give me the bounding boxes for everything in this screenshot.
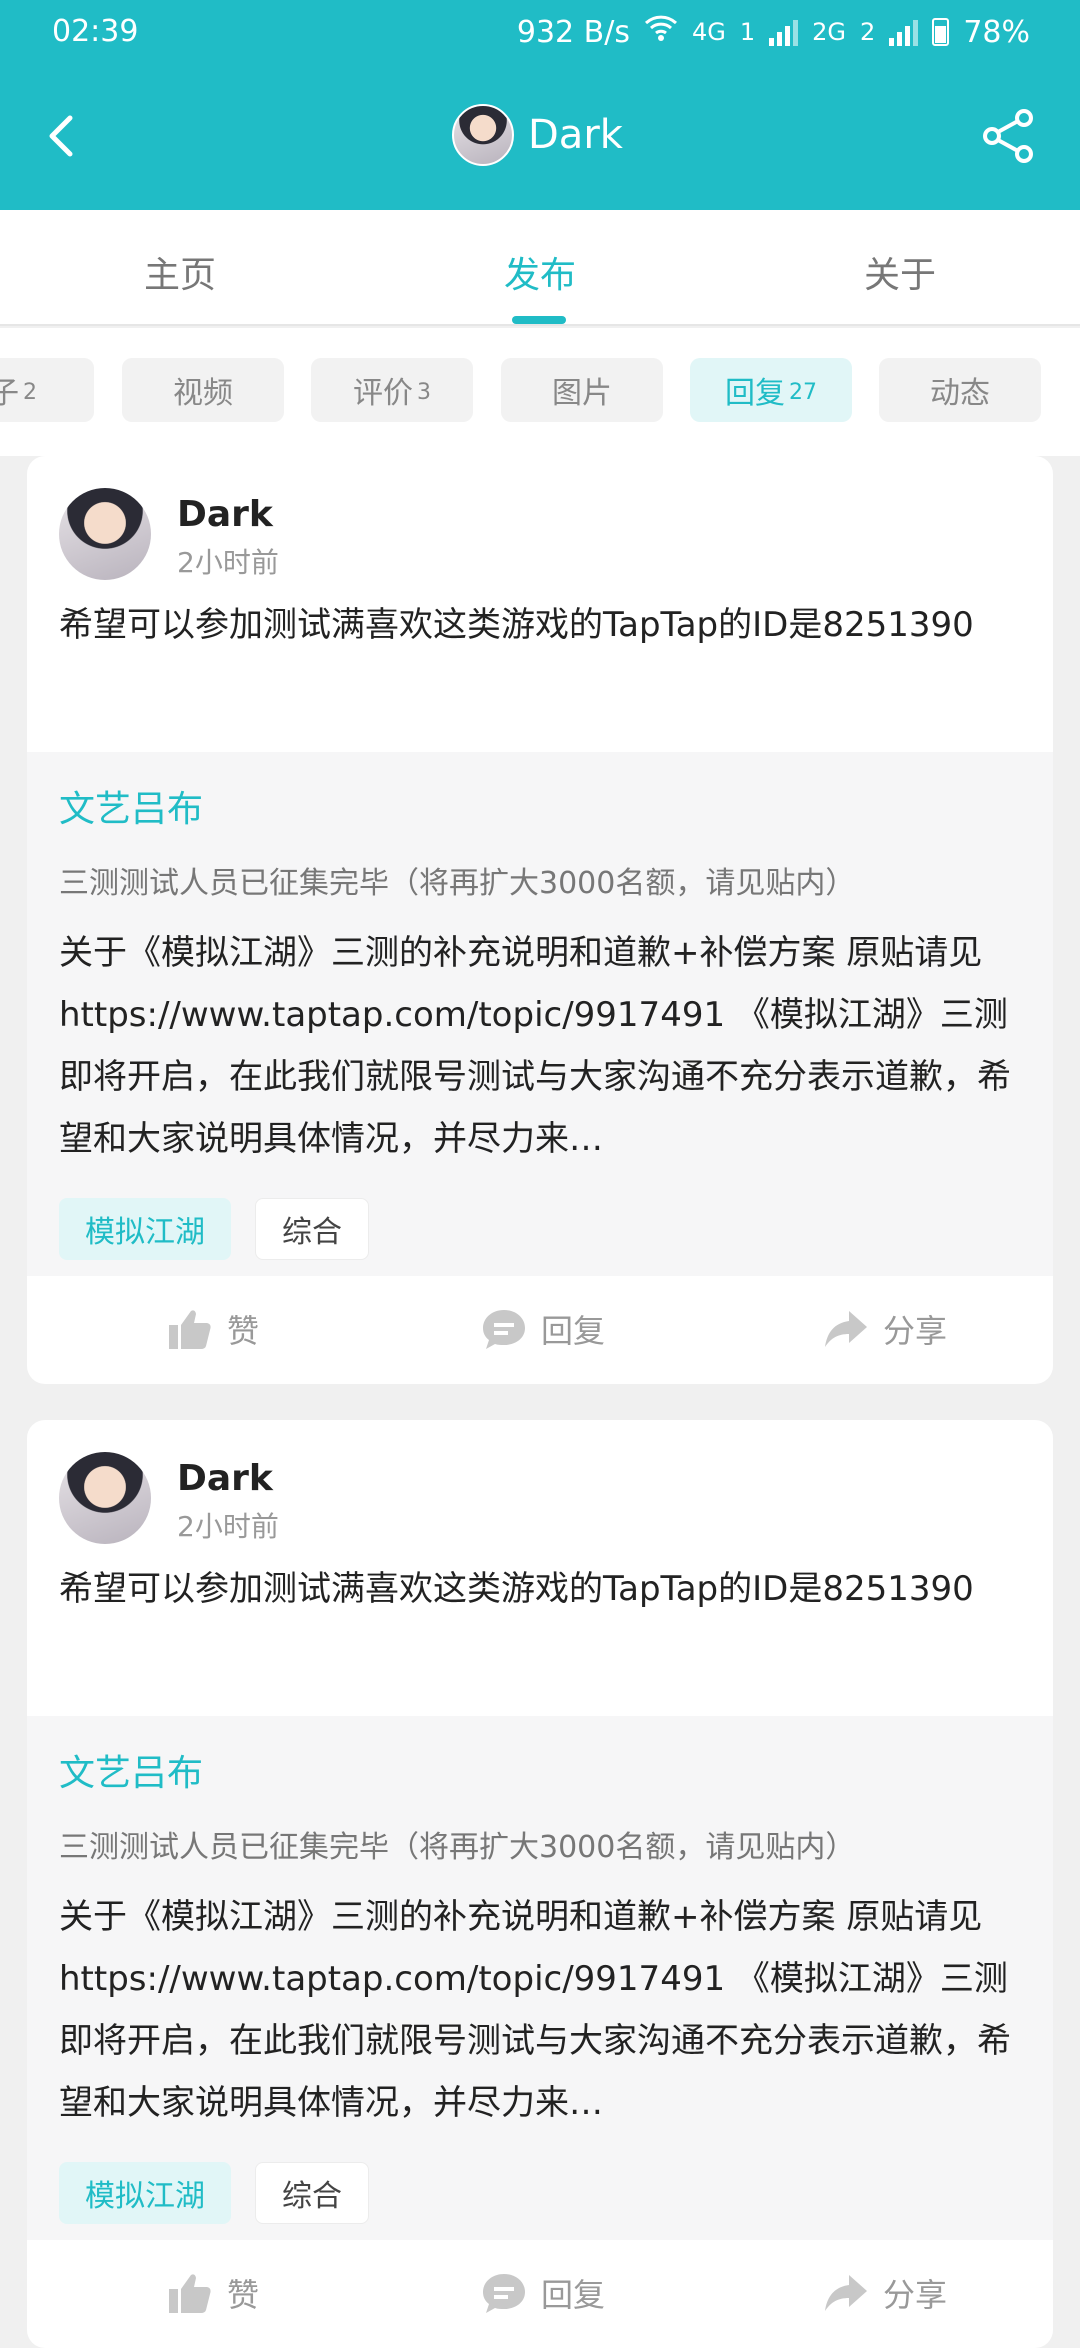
category-tag[interactable]: 综合 [255,1198,369,1260]
author-name[interactable]: Dark [177,494,279,535]
reply-card[interactable]: Dark 2小时前 希望可以参加测试满喜欢这类游戏的TapTap的ID是8251… [27,1420,1053,2348]
quoted-subtitle: 三测测试人员已征集完毕（将再扩大3000名额，请见贴内） [59,866,856,901]
tab-indicator [512,316,566,324]
battery-level: 78% [963,14,1030,50]
quoted-author[interactable]: 文艺吕布 [59,780,203,832]
card-header: Dark 2小时前 [59,488,279,581]
tab-home[interactable]: 主页 [80,246,280,298]
chip-activity[interactable]: 动态 [879,358,1041,422]
share-button[interactable]: 分享 [823,2270,947,2316]
chip-reviews[interactable]: 评价 3 [311,358,473,422]
quoted-author[interactable]: 文艺吕布 [59,1744,203,1796]
like-button[interactable]: 赞 [167,2270,259,2316]
wifi-icon [644,14,678,50]
share-arrow-icon [825,1311,867,1347]
card-actions: 赞 回复 分享 [27,1276,1053,1384]
page-title: Dark [528,112,623,158]
status-time: 02:39 [52,14,139,49]
quoted-topic[interactable]: 文艺吕布 三测测试人员已征集完毕（将再扩大3000名额，请见贴内） 关于《模拟江… [27,752,1053,1276]
net1-label: 4G [692,18,726,46]
reply-button[interactable]: 回复 [481,2270,605,2316]
post-time: 2小时前 [177,546,279,579]
status-indicators: 932 B/s 4G 1 2G 2 78% [517,14,1030,50]
quoted-subtitle: 三测测试人员已征集完毕（将再扩大3000名额，请见贴内） [59,1830,856,1865]
author-avatar[interactable] [59,488,151,580]
share-arrow-icon [825,2275,867,2311]
category-tag[interactable]: 综合 [255,2162,369,2224]
quoted-excerpt: 关于《模拟江湖》三测的补充说明和道歉+补偿方案 原贴请见 https://www… [59,1897,1011,2123]
author-name[interactable]: Dark [177,1458,279,1499]
sim1-label: 1 [739,18,756,46]
tab-bar: 主页 发布 关于 [0,210,1080,326]
chip-replies[interactable]: 回复 27 [690,358,852,422]
share-icon[interactable] [980,108,1036,164]
quoted-excerpt: 关于《模拟江湖》三测的补充说明和道歉+补偿方案 原贴请见 https://www… [59,933,1011,1159]
post-time: 2小时前 [177,1510,279,1543]
share-button[interactable]: 分享 [823,1306,947,1352]
chip-topics[interactable]: 子2 [0,358,94,422]
reply-button[interactable]: 回复 [481,1306,605,1352]
thumbs-up-icon [169,1310,211,1349]
reply-text: 希望可以参加测试满喜欢这类游戏的TapTap的ID是8251390 [59,605,974,645]
reply-card[interactable]: Dark 2小时前 希望可以参加测试满喜欢这类游戏的TapTap的ID是8251… [27,456,1053,1384]
chip-videos[interactable]: 视频 [122,358,284,422]
avatar [452,104,514,166]
card-header: Dark 2小时前 [59,1452,279,1545]
signal-2-icon [889,18,919,46]
game-tag[interactable]: 模拟江湖 [59,2162,231,2224]
signal-1-icon [769,18,799,46]
like-button[interactable]: 赞 [167,1306,259,1352]
app-bar: Dark [0,64,1080,210]
tab-posts[interactable]: 发布 [440,246,640,298]
game-tag[interactable]: 模拟江湖 [59,1198,231,1260]
battery-icon [932,18,950,46]
chip-images[interactable]: 图片 [501,358,663,422]
back-arrow-icon[interactable] [38,106,82,166]
reply-text: 希望可以参加测试满喜欢这类游戏的TapTap的ID是8251390 [59,1569,974,1609]
net-speed: 932 B/s [516,14,630,50]
profile-header[interactable]: Dark [452,104,623,166]
sim2-label: 2 [860,18,876,46]
author-avatar[interactable] [59,1452,151,1544]
filter-chips: 子2 视频 评价 3 图片 回复 27 动态 [0,328,1080,456]
card-actions: 赞 回复 分享 [27,2240,1053,2348]
status-bar: 02:39 932 B/s 4G 1 2G 2 78% [0,0,1080,64]
comment-icon [483,2274,525,2313]
quoted-topic[interactable]: 文艺吕布 三测测试人员已征集完毕（将再扩大3000名额，请见贴内） 关于《模拟江… [27,1716,1053,2240]
thumbs-up-icon [169,2274,211,2313]
comment-icon [483,1310,525,1349]
net2-label: 2G [812,18,847,46]
tab-about[interactable]: 关于 [800,246,1000,298]
